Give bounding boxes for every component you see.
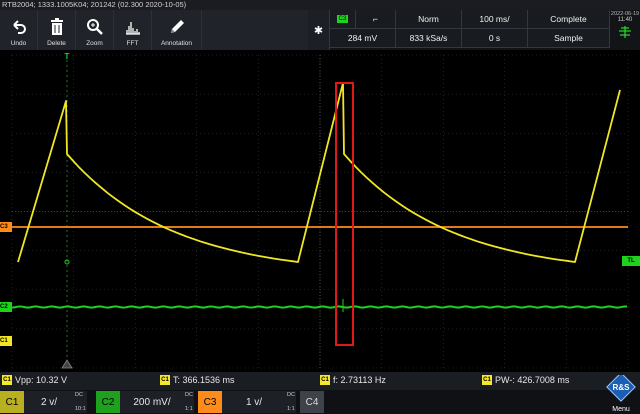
zoom-label: Zoom (86, 40, 103, 47)
trigger-level-marker[interactable]: TL (622, 256, 640, 266)
channel-c1-tab: C1 (0, 391, 24, 413)
trigger-slope-icon: ⌐ (373, 14, 378, 24)
measurement-pulse-width[interactable]: C1 PW-: 426.7008 ms (482, 375, 569, 385)
delete-label: Delete (47, 40, 66, 47)
channel-c2-tab: C2 (96, 391, 120, 413)
channel-c3[interactable]: C3 1 v/ DC 1:1 (198, 391, 296, 413)
coupling-label: DC (185, 392, 193, 398)
channel-c4-scale (324, 391, 604, 413)
trigger-slope[interactable]: ⌐ (356, 10, 396, 29)
acquisition-status: Complete (528, 10, 610, 29)
undo-icon (12, 20, 26, 34)
channel-c2-coupling: DC 1:1 (184, 391, 194, 413)
ratio-label: 10:1 (75, 406, 86, 412)
measurement-frequency[interactable]: C1 f: 2.73113 Hz (320, 375, 386, 385)
measurement-text: Vpp: 10.32 V (15, 375, 68, 385)
annotation-button[interactable]: Annotation (152, 10, 202, 50)
fft-icon (125, 22, 140, 35)
acquisition-panel: ✱ C3 ⌐ 284 mV Norm 833 kSa/s 100 ms/ 0 s… (308, 10, 610, 50)
delete-button[interactable]: Delete (38, 10, 76, 50)
measurement-bar: C1 Vpp: 10.32 V C1 T: 366.1536 ms C1 f: … (0, 372, 640, 390)
coupling-label: DC (287, 392, 295, 398)
window-title: RTB2004; 1333.1005K04; 201242 (02.300 20… (0, 0, 640, 10)
annotation-label: Annotation (160, 40, 193, 47)
trigger-source-chip: C3 (336, 15, 349, 23)
channel-c4[interactable]: C4 (300, 391, 604, 413)
measurement-chip: C1 (482, 375, 492, 385)
trigger-position-triangle (61, 359, 73, 369)
measurement-text: f: 2.73113 Hz (333, 375, 386, 385)
measurement-period[interactable]: C1 T: 366.1536 ms (160, 375, 235, 385)
clock-panel: 2022-06-19 11:40 (610, 10, 640, 50)
undo-button[interactable]: Undo (0, 10, 38, 50)
menu-label: Menu (612, 406, 630, 413)
timebase[interactable]: 100 ms/ (462, 10, 528, 29)
measurement-text: PW-: 426.7008 ms (495, 375, 570, 385)
menu-button[interactable]: R&S Menu (604, 372, 638, 413)
measurement-chip: C1 (160, 375, 170, 385)
channel-c3-scale: 1 v/ (222, 391, 286, 413)
fft-label: FFT (126, 40, 139, 47)
trigger-source[interactable]: C3 (330, 10, 356, 29)
trigger-position-marker[interactable]: T (62, 52, 72, 62)
waveform-grid (11, 54, 629, 369)
svg-text:R&S: R&S (613, 383, 631, 392)
pencil-icon (170, 20, 184, 33)
measurement-text: T: 366.1536 ms (173, 375, 235, 385)
channel-c1-coupling: DC 10:1 (74, 391, 87, 413)
channel-c2[interactable]: C2 200 mV/ DC 1:1 (96, 391, 194, 413)
horizontal-position[interactable]: 0 s (462, 29, 528, 48)
time-label: 11:40 (617, 17, 633, 23)
undo-label: Undo (10, 40, 27, 47)
toolbar: Undo Delete Zoom FFT Annotation (0, 10, 308, 50)
channel-c3-tab: C3 (198, 391, 222, 413)
c3-offset-marker[interactable]: C3 (0, 222, 12, 232)
measurement-chip: C1 (320, 375, 330, 385)
rohde-schwarz-logo-icon: R&S (606, 372, 636, 402)
coupling-label: DC (75, 392, 83, 398)
channel-bar: C1 2 v/ DC 10:1 C2 200 mV/ DC 1:1 C3 1 v… (0, 390, 640, 414)
waveform-display[interactable] (0, 50, 640, 372)
measurement-vpp[interactable]: C1 Vpp: 10.32 V (2, 375, 67, 385)
c2-trace (11, 305, 628, 309)
sample-rate: 833 kSa/s (396, 29, 462, 48)
c2-offset-marker[interactable]: C2 (0, 302, 12, 312)
settings-button[interactable]: ✱ (308, 10, 330, 50)
acquisition-mode[interactable]: Sample (528, 29, 610, 48)
zoom-button[interactable]: Zoom (76, 10, 114, 50)
channel-c2-scale: 200 mV/ (120, 391, 184, 413)
network-icon (619, 26, 631, 38)
ratio-label: 1:1 (185, 406, 193, 412)
fft-button[interactable]: FFT (114, 10, 152, 50)
channel-c1[interactable]: C1 2 v/ DC 10:1 (0, 391, 87, 413)
measurement-chip: C1 (2, 375, 12, 385)
channel-c4-tab: C4 (300, 391, 324, 413)
ratio-label: 1:1 (287, 406, 295, 412)
channel-c1-scale: 2 v/ (24, 391, 74, 413)
trash-icon (50, 18, 63, 35)
gear-icon: ✱ (313, 24, 324, 37)
c1-offset-marker[interactable]: C1 (0, 336, 12, 346)
zoom-icon (86, 19, 103, 35)
trigger-level[interactable]: 284 mV (330, 29, 396, 48)
trigger-mode[interactable]: Norm (396, 10, 462, 29)
channel-c3-coupling: DC 1:1 (286, 391, 296, 413)
